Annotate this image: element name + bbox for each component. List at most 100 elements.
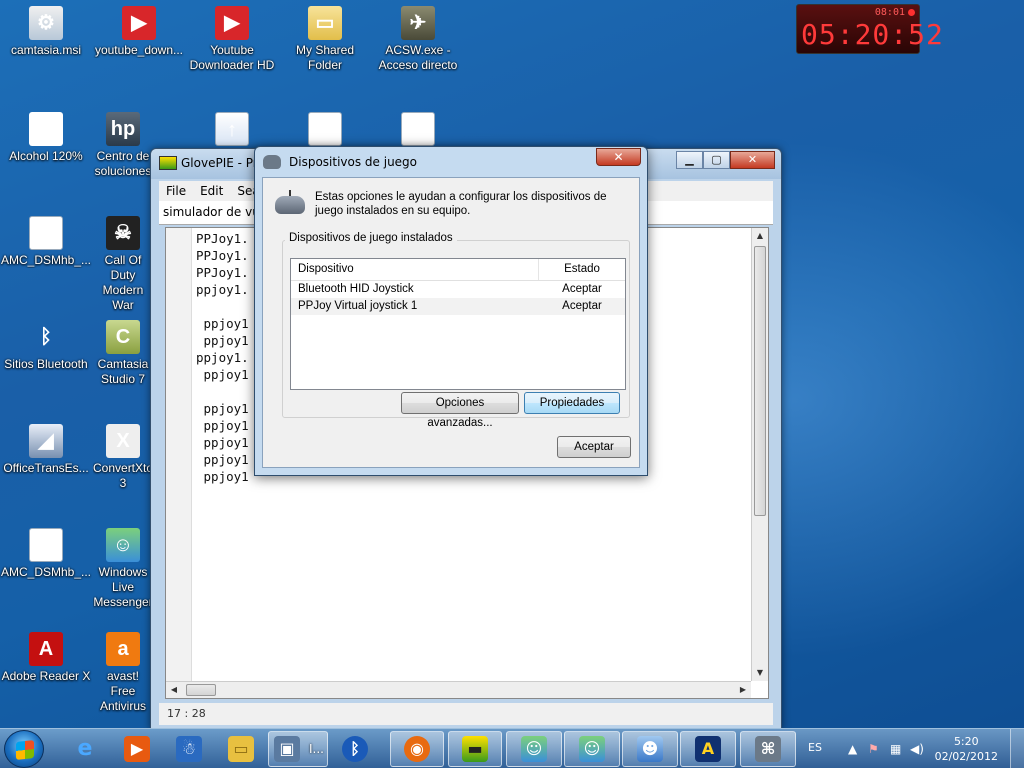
media-icon: ▶ [124, 736, 150, 762]
scroll-left-icon[interactable]: ◀ [166, 682, 182, 698]
devices-list[interactable]: Dispositivo Estado Bluetooth HID Joystic… [290, 258, 626, 390]
taskbar-item-bluetooth[interactable]: ᛒ [330, 731, 380, 767]
clock-small-time: 08:01 [874, 7, 905, 18]
desktop-icon-document[interactable]: ≡ [279, 112, 371, 149]
taskbar-item-messenger-1[interactable]: ☺ [506, 731, 562, 767]
list-item[interactable]: Bluetooth HID Joystick Aceptar [291, 281, 625, 298]
icon-label: AMC_DSMhb_... [0, 253, 92, 267]
desktop-icon-bluetooth[interactable]: ᛒ Sitios Bluetooth [0, 320, 92, 372]
icon-label: Sitios Bluetooth [4, 357, 88, 371]
column-header-device[interactable]: Dispositivo [291, 259, 539, 280]
scroll-thumb[interactable] [754, 246, 766, 516]
show-hidden-icons-icon[interactable]: ▲ [848, 742, 857, 756]
desktop-icon-convertx[interactable]: X ConvertXtoDVD 3 [93, 424, 153, 491]
dialog-titlebar[interactable]: Dispositivos de juego [263, 151, 417, 173]
icon-label: Call Of Duty Modern War [102, 253, 144, 312]
desktop-icon-update[interactable]: ↑ [186, 112, 278, 149]
hp-icon: hp [106, 112, 140, 146]
desktop-icon-messenger[interactable]: ☺ Windows Live Messenger [93, 528, 153, 610]
maximize-button[interactable]: ▢ [703, 151, 730, 169]
taskbar-item-firefox[interactable]: ◉ [390, 731, 444, 767]
language-indicator[interactable]: ES [808, 741, 822, 754]
word-icon: W [29, 528, 63, 562]
desktop-icon-cod[interactable]: ☠ Call Of Duty Modern War [93, 216, 153, 313]
taskbar-item-label: I... [309, 742, 324, 756]
system-clock[interactable]: 5:20 02/02/2012 [935, 734, 998, 764]
desktop-icon-youtube-hd[interactable]: ▶ Youtube Downloader HD [186, 6, 278, 73]
desktop-icon-centro[interactable]: hp Centro de soluciones [93, 112, 153, 179]
desktop: ⚙ camtasia.msi A Alcohol 120% W AMC_DSMhb_.… [0, 0, 1024, 728]
device-name: PPJoy Virtual joystick 1 [298, 300, 418, 312]
taskbar-item-game-controllers[interactable]: ⌘ [740, 731, 796, 767]
network-icon[interactable]: ▦ [890, 742, 901, 756]
list-item[interactable]: PPJoy Virtual joystick 1 Aceptar [291, 298, 625, 315]
advanced-options-button[interactable]: Opciones avanzadas... [401, 392, 519, 429]
desktop-icon-acsw[interactable]: ✈ ACSW.exe - Acceso directo [372, 6, 464, 73]
taskbar-item-media[interactable]: ▶ [112, 731, 162, 767]
column-header-status[interactable]: Estado [539, 259, 625, 280]
close-button[interactable]: ✕ [730, 151, 775, 169]
installer-icon: ⚙ [29, 6, 63, 40]
taskbar-item-arrow-app[interactable]: A [680, 731, 736, 767]
desktop-icon-youtube-down[interactable]: ▶ youtube_down... [93, 6, 185, 58]
taskbar-item-chat[interactable]: ☻ [622, 731, 678, 767]
icon-label: Adobe Reader X [1, 669, 91, 683]
chat-icon: ☻ [637, 736, 663, 762]
properties-button[interactable]: Propiedades [524, 392, 620, 414]
icon-label: OfficeTransEs... [3, 461, 89, 475]
vertical-scrollbar[interactable]: ▲ ▼ [751, 228, 768, 681]
ok-button[interactable]: Aceptar [557, 436, 631, 458]
game-controllers-dialog: Dispositivos de juego ✕ Estas opciones l… [254, 146, 648, 476]
dialog-close-button[interactable]: ✕ [596, 148, 641, 166]
desktop-icon-adobe-reader[interactable]: A Adobe Reader X [0, 632, 92, 684]
desktop-icon-alcohol[interactable]: A Alcohol 120% [0, 112, 92, 164]
desktop-icon-amc-1[interactable]: W AMC_DSMhb_... [0, 216, 92, 268]
desktop-icon-amc-2[interactable]: W AMC_DSMhb_... [0, 528, 92, 580]
desktop-icon-camtasia-msi[interactable]: ⚙ camtasia.msi [0, 6, 92, 58]
editor-gutter [166, 228, 192, 698]
show-desktop-button[interactable] [1010, 729, 1024, 768]
caption-buttons: ▁ ▢ ✕ [676, 151, 775, 169]
scroll-right-icon[interactable]: ▶ [735, 682, 751, 698]
icon-label: AMC_DSMhb_... [0, 565, 92, 579]
glovepie-icon: ▬ [462, 736, 488, 762]
horizontal-scrollbar[interactable]: ◀ ▶ [166, 681, 751, 698]
action-center-icon[interactable]: ⚑ [868, 742, 879, 756]
glovepie-title: GlovePIE - Pro [181, 156, 265, 170]
desktop-icon-camtasia-studio[interactable]: C Camtasia Studio 7 [93, 320, 153, 387]
start-button[interactable] [4, 730, 44, 768]
icon-label: Centro de soluciones [94, 149, 152, 178]
taskbar-item-messenger-2[interactable]: ☺ [564, 731, 620, 767]
desktop-icon-officetrans[interactable]: ◢ OfficeTransEs... [0, 424, 92, 476]
scroll-down-icon[interactable]: ▼ [752, 665, 768, 681]
taskbar-item-app[interactable]: ☃ [164, 731, 214, 767]
snowman-icon: ☃ [176, 736, 202, 762]
gamepad-icon: ⌘ [755, 736, 781, 762]
video-icon: ▶ [215, 6, 249, 40]
glovepie-statusbar: 17 : 28 [159, 703, 773, 725]
taskbar-item-ie[interactable]: e [60, 731, 110, 767]
clock-big-time: 05:20:52 [801, 18, 944, 51]
bluetooth-icon: ᛒ [342, 736, 368, 762]
icon-label: Alcohol 120% [9, 149, 83, 163]
menu-file[interactable]: File [159, 181, 193, 201]
volume-icon[interactable]: ◀) [910, 742, 924, 756]
minimize-button[interactable]: ▁ [676, 151, 703, 169]
menu-edit[interactable]: Edit [193, 181, 230, 201]
alcohol-icon: A [29, 112, 63, 146]
desktop-icon-word[interactable]: W [372, 112, 464, 149]
taskbar-item-glovepie[interactable]: ▬ [448, 731, 502, 767]
taskbar-item-computer[interactable]: ▣ I... [268, 731, 328, 767]
taskbar: e ▶ ☃ ▭ ▣ I... ᛒ ◉ ▬ ☺ ☺ ☻ A ⌘ ES ▲ ⚑ ▦ ◀… [0, 728, 1024, 768]
taskbar-item-explorer[interactable]: ▭ [216, 731, 266, 767]
desktop-icon-avast[interactable]: a avast! Free Antivirus [93, 632, 153, 714]
messenger-icon: ☺ [106, 528, 140, 562]
camtasia-icon: C [106, 320, 140, 354]
desktop-icon-shared-folder[interactable]: ▭ My Shared Folder [279, 6, 371, 73]
clock-gadget[interactable]: 08:01 05:20:52 [796, 4, 943, 54]
document-icon: ≡ [308, 112, 342, 146]
hscroll-thumb[interactable] [186, 684, 216, 696]
arrow-app-icon: A [695, 736, 721, 762]
messenger-icon: ☺ [521, 736, 547, 762]
scroll-up-icon[interactable]: ▲ [752, 228, 768, 244]
